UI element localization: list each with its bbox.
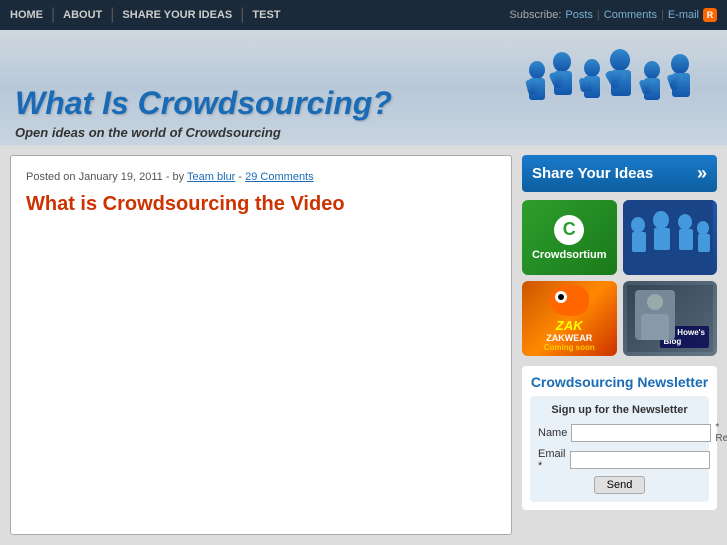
subscribe-label: Subscribe: [509, 9, 561, 21]
post-meta: Posted on January 19, 2011 - by Team blu… [26, 171, 496, 183]
required-text: * Required [715, 422, 727, 444]
post-title-link[interactable]: What is Crowdsourcing the Video [26, 193, 496, 216]
top-nav: HOME | ABOUT | SHARE YOUR IDEAS | TEST S… [0, 0, 727, 30]
email-input[interactable] [570, 451, 710, 469]
site-title-area: What Is Crowdsourcing? Open ideas on the… [15, 86, 512, 140]
content-area: Posted on January 19, 2011 - by Team blu… [10, 155, 512, 535]
nav-test[interactable]: TEST [252, 9, 280, 21]
newsletter-title: Crowdsourcing Newsletter [530, 374, 709, 390]
thumbnail-grid: C Crowdsortium [522, 200, 717, 356]
newsletter-section: Crowdsourcing Newsletter Sign up for the… [522, 366, 717, 510]
nav-share-ideas[interactable]: SHARE YOUR IDEAS [122, 9, 232, 21]
zak-coming-soon: Coming soon [544, 343, 595, 352]
rss-icon[interactable]: R [703, 8, 717, 22]
send-button[interactable]: Send [594, 476, 646, 494]
crowdsortium-logo-circle: C [554, 215, 584, 245]
jef-portrait [635, 290, 675, 340]
post-author-link[interactable]: Team blur [187, 171, 235, 183]
site-tagline: Open ideas on the world of Crowdsourcing [15, 125, 512, 140]
crowdsortium-content: C Crowdsortium [532, 200, 607, 275]
nav-about[interactable]: ABOUT [63, 9, 102, 21]
crowd2-svg [623, 200, 713, 275]
site-title: What Is Crowdsourcing? [15, 86, 512, 121]
crowd-silhouette-svg [512, 40, 712, 140]
post-date-prefix: Posted on January 19, 2011 - by [26, 171, 184, 183]
thumb-zakwear[interactable]: ZAK ZAKWEAR Coming soon [522, 281, 617, 356]
thumb-crowd2[interactable] [623, 200, 718, 275]
newsletter-form: Sign up for the Newsletter Name * Requir… [530, 396, 709, 502]
zak-title: ZAK [556, 318, 583, 333]
subscribe-area: Subscribe: Posts | Comments | E-mail R [509, 8, 717, 22]
post-comments-link[interactable]: 29 Comments [245, 171, 313, 183]
crowd-header-image [512, 40, 712, 140]
subscribe-email[interactable]: E-mail [668, 9, 699, 21]
main-layout: Posted on January 19, 2011 - by Team blu… [0, 145, 727, 545]
share-banner[interactable]: Share Your Ideas » [522, 155, 717, 192]
email-label: Email * [538, 448, 566, 472]
name-row: Name * Required [538, 422, 701, 444]
thumb-crowdsortium[interactable]: C Crowdsortium [522, 200, 617, 275]
zak-mascot [549, 285, 589, 316]
subscribe-posts[interactable]: Posts [565, 9, 593, 21]
thumb-jef-howe[interactable]: Jef Howe's Blog [623, 281, 718, 356]
crowdsortium-label: Crowdsortium [532, 249, 607, 261]
sidebar: Share Your Ideas » C Crowdsortium [522, 155, 717, 535]
nav-home[interactable]: HOME [10, 9, 43, 21]
zak-sublabel: ZAKWEAR [546, 333, 592, 343]
name-label: Name [538, 427, 567, 439]
subscribe-comments[interactable]: Comments [604, 9, 657, 21]
share-banner-arrow: » [697, 163, 707, 184]
nav-links: HOME | ABOUT | SHARE YOUR IDEAS | TEST [10, 6, 281, 24]
share-banner-text: Share Your Ideas [532, 165, 653, 182]
name-input[interactable] [571, 424, 711, 442]
form-title: Sign up for the Newsletter [538, 404, 701, 416]
email-row: Email * [538, 448, 701, 472]
crowdsortium-logo-letter: C [563, 219, 576, 240]
site-header: What Is Crowdsourcing? Open ideas on the… [0, 30, 727, 145]
